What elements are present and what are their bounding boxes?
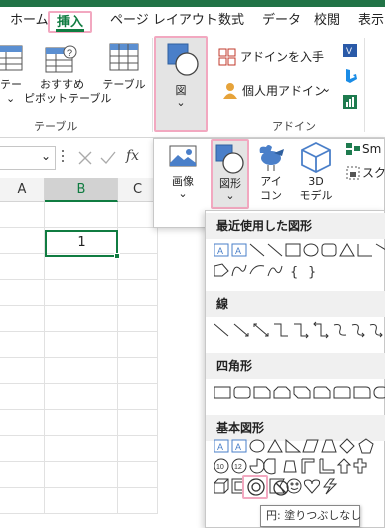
- recommended-pivot-label-1: おすすめ: [40, 78, 84, 91]
- chevron-down-icon: ⌄: [178, 187, 188, 200]
- smartart-label: Sm: [362, 142, 382, 156]
- active-cell-value: 1: [77, 235, 86, 250]
- user-addin-icon: [223, 83, 237, 99]
- insert-function-button[interactable]: fx: [126, 148, 139, 164]
- 3d-models-label-2: モデル: [299, 189, 333, 202]
- screenshot-label: スクリ: [362, 166, 385, 180]
- recent-shapes-row-2[interactable]: { }: [214, 261, 385, 281]
- svg-text:{: {: [290, 265, 298, 280]
- svg-text:10: 10: [216, 464, 224, 471]
- title-bar-strip: [0, 0, 385, 7]
- pivot-table-label: テー: [0, 78, 22, 91]
- smartart-icon: [346, 143, 360, 155]
- group-label-tables: テーブル: [34, 120, 78, 133]
- recent-shapes-row-1[interactable]: A A: [214, 241, 385, 261]
- get-addins-label: アドインを入手: [240, 50, 325, 64]
- recommended-pivot-label-2: ピボットテーブル: [24, 92, 112, 105]
- shapes-gallery: 最近使用した図形 A A { } 線 四角形 基本図形 A A 10 12: [205, 210, 385, 528]
- bing-icon[interactable]: [343, 68, 359, 84]
- tab-insert-label: 挿入: [57, 15, 84, 30]
- icons-label-1: アイ: [260, 175, 282, 188]
- my-addins-label: 個人用アドイン: [242, 84, 327, 98]
- table-icon: [109, 43, 139, 71]
- svg-text:A: A: [217, 246, 223, 256]
- tab-view[interactable]: 表示: [358, 11, 384, 33]
- basic-shapes-row-3[interactable]: [214, 477, 385, 497]
- chevron-down-icon: ⌄: [225, 189, 235, 202]
- formula-bar-grip[interactable]: [62, 150, 65, 164]
- tab-home[interactable]: ホーム: [10, 11, 49, 33]
- smartart-button[interactable]: Sm: [346, 141, 385, 157]
- tab-page-layout[interactable]: ページ レイアウト: [110, 11, 218, 33]
- group-label-addins: アドイン: [272, 120, 316, 133]
- get-addins-button[interactable]: アドインを入手: [218, 46, 328, 68]
- enter-check-icon[interactable]: [100, 151, 116, 165]
- icons-icon: [259, 145, 284, 171]
- svg-text:}: }: [308, 265, 316, 280]
- screenshot-icon: [346, 166, 360, 180]
- icons-label-2: コン: [260, 189, 282, 202]
- illustrations-button[interactable]: 図 ⌄: [154, 36, 208, 132]
- my-addins-button[interactable]: 個人用アドイン ⌄: [218, 80, 338, 102]
- cancel-icon[interactable]: [78, 151, 92, 165]
- column-header-c[interactable]: C: [118, 178, 158, 202]
- svg-text:12: 12: [234, 464, 242, 471]
- picture-icon: [169, 145, 197, 167]
- column-header-a[interactable]: A: [0, 178, 45, 202]
- shapes-icon: [215, 144, 244, 174]
- picture-button[interactable]: 画像 ⌄: [160, 143, 206, 205]
- fill-handle[interactable]: [114, 253, 120, 259]
- people-graph-icon[interactable]: [343, 94, 359, 110]
- svg-text:A: A: [235, 442, 241, 452]
- formula-bar-buttons: fx: [72, 146, 162, 170]
- chevron-down-icon[interactable]: ⌄: [41, 149, 51, 163]
- tab-formulas[interactable]: 数式: [218, 11, 244, 33]
- line-shapes-row[interactable]: [214, 321, 385, 341]
- table-label: テーブル: [102, 78, 146, 91]
- tab-review[interactable]: 校閲: [314, 11, 340, 33]
- chevron-down-icon: ⌄: [6, 92, 16, 105]
- recommended-pivot-icon: ?: [45, 45, 77, 73]
- svg-text:A: A: [217, 442, 223, 452]
- column-header-b[interactable]: B: [45, 178, 118, 202]
- ribbon-separator: [364, 38, 365, 132]
- section-recent-shapes: 最近使用した図形: [206, 213, 385, 239]
- donut-icon: [247, 478, 265, 496]
- active-cell-b2[interactable]: 1: [45, 230, 120, 259]
- tab-insert[interactable]: 挿入: [48, 11, 93, 33]
- no-symbol-shape[interactable]: [272, 479, 290, 497]
- icons-button[interactable]: アイ コン: [254, 141, 288, 207]
- svg-text:V: V: [346, 46, 352, 56]
- cube-icon: [301, 141, 331, 173]
- tab-data[interactable]: データ: [262, 11, 301, 33]
- chevron-down-icon: ⌄: [176, 96, 186, 109]
- 3d-models-label-1: 3D: [308, 175, 324, 188]
- recommended-pivot-button[interactable]: ? おすすめ ピボットテーブル: [24, 40, 112, 112]
- visio-icon[interactable]: V: [343, 42, 359, 58]
- section-rectangles: 四角形: [206, 353, 385, 379]
- store-icon: [218, 48, 236, 66]
- svg-text:?: ?: [67, 48, 72, 58]
- chevron-down-icon[interactable]: ⌄: [322, 82, 331, 96]
- screenshot-button[interactable]: スクリ: [346, 165, 385, 181]
- svg-text:A: A: [235, 246, 241, 256]
- section-lines: 線: [206, 291, 385, 317]
- shapes-button[interactable]: 図形 ⌄: [211, 139, 249, 209]
- basic-shapes-row-2[interactable]: 10 12: [214, 457, 385, 477]
- ribbon: テー ⌄ ? おすすめ ピボットテーブル テーブル テーブル 図 ⌄ アドインを…: [0, 34, 385, 138]
- circle-no-fill-shape[interactable]: [242, 475, 268, 499]
- ribbon-separator: [152, 38, 153, 132]
- rectangle-shapes-row[interactable]: [214, 383, 385, 403]
- pivot-table-icon: [0, 45, 23, 71]
- name-box[interactable]: ⌄: [0, 146, 56, 170]
- illustrations-icon: [167, 43, 199, 76]
- basic-shapes-row-1[interactable]: A A: [214, 437, 385, 457]
- table-button[interactable]: テーブル: [100, 40, 148, 104]
- tab-insert-underline: [56, 29, 85, 32]
- shape-tooltip: 円: 塗りつぶしなし: [260, 505, 361, 527]
- pivot-table-button[interactable]: テー ⌄: [0, 40, 24, 105]
- ribbon-tab-bar: ホーム 挿入 ページ レイアウト 数式 データ 校閲 表示: [0, 7, 385, 34]
- 3d-models-button[interactable]: 3D モデル: [292, 141, 340, 207]
